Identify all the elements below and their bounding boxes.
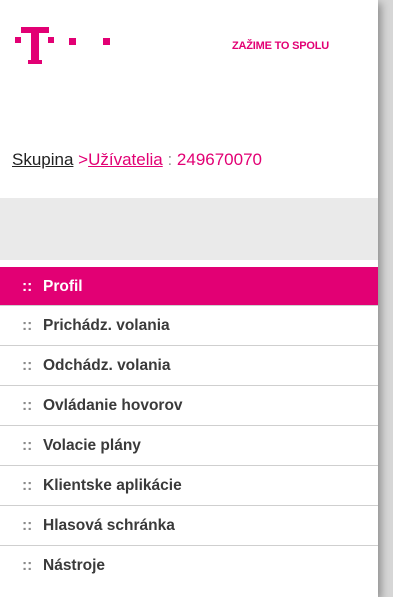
menu-item-call-control[interactable]: :: Ovládanie hovorov — [0, 385, 378, 425]
breadcrumb: Skupina >Užívatelia : 249670070 — [12, 150, 262, 170]
menu-item-voicemail[interactable]: :: Hlasová schránka — [0, 505, 378, 545]
menu-item-label: Hlasová schránka — [43, 516, 175, 534]
bullet-icon: :: — [22, 476, 33, 494]
menu-item-label: Volacie plány — [43, 436, 141, 454]
bullet-icon: :: — [22, 556, 33, 574]
bullet-icon: :: — [22, 356, 33, 374]
bullet-icon: :: — [22, 277, 33, 295]
menu-item-outgoing-calls[interactable]: :: Odchádz. volania — [0, 345, 378, 385]
side-menu: :: Profil :: Prichádz. volania :: Odchád… — [0, 267, 378, 585]
bullet-icon: :: — [22, 316, 33, 334]
menu-item-label: Prichádz. volania — [43, 316, 170, 334]
breadcrumb-group-link[interactable]: Skupina — [12, 150, 73, 169]
menu-item-label: Klientske aplikácie — [43, 476, 182, 494]
menu-item-tools[interactable]: :: Nástroje — [0, 545, 378, 585]
brand-tagline: ZAŽIME TO SPOLU — [232, 40, 330, 52]
menu-item-label: Ovládanie hovorov — [43, 396, 183, 414]
menu-item-profil[interactable]: :: Profil — [0, 267, 378, 305]
menu-item-label: Profil — [43, 277, 83, 295]
bullet-icon: :: — [22, 436, 33, 454]
bullet-icon: :: — [22, 516, 33, 534]
telekom-t-logo-icon[interactable] — [15, 27, 125, 67]
header: ZAŽIME TO SPOLU — [0, 0, 378, 96]
breadcrumb-separator: > — [73, 150, 89, 169]
menu-item-label: Odchádz. volania — [43, 356, 171, 374]
menu-item-calling-plans[interactable]: :: Volacie plány — [0, 425, 378, 465]
side-panel: ZAŽIME TO SPOLU Skupina >Užívatelia : 24… — [0, 0, 378, 597]
grey-band — [0, 198, 378, 260]
breadcrumb-colon: : — [162, 150, 177, 169]
breadcrumb-users-link[interactable]: Užívatelia — [88, 150, 163, 169]
breadcrumb-user-id: 249670070 — [176, 150, 262, 169]
bullet-icon: :: — [22, 396, 33, 414]
menu-item-label: Nástroje — [43, 556, 106, 574]
menu-item-client-apps[interactable]: :: Klientske aplikácie — [0, 465, 378, 505]
menu-item-incoming-calls[interactable]: :: Prichádz. volania — [0, 305, 378, 345]
